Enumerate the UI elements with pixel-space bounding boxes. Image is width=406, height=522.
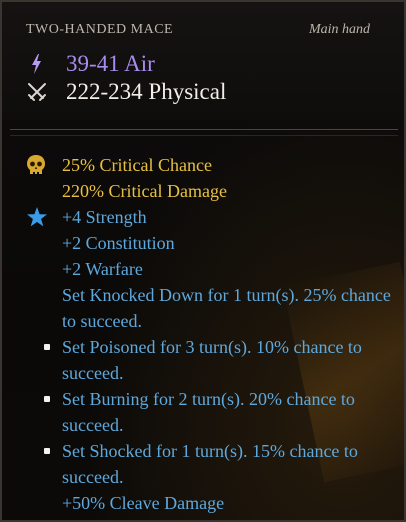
constitution-line: +2 Constitution [26, 230, 396, 256]
item-type-label: TWO-HANDED MACE [26, 22, 174, 37]
air-damage-row: 39-41 Air [26, 49, 155, 79]
slot-label: Main hand [308, 22, 370, 37]
shocked-text: Set Shocked for 1 turn(s). 15% chance to… [62, 441, 358, 487]
bullet-icon [44, 344, 50, 350]
physical-damage-row: 222-234 Physical [26, 77, 226, 107]
critical-damage-line: 220% Critical Damage [26, 178, 396, 204]
critical-damage-text: 220% Critical Damage [62, 181, 227, 201]
shocked-line: Set Shocked for 1 turn(s). 15% chance to… [26, 438, 396, 490]
air-damage-text: 39-41 Air [66, 51, 155, 76]
stats-section: 25% Critical Chance 220% Critical Damage… [26, 152, 396, 516]
critical-chance-line: 25% Critical Chance [26, 152, 396, 178]
cleave-line: +50% Cleave Damage [26, 490, 396, 516]
burning-line: Set Burning for 2 turn(s). 20% chance to… [26, 386, 396, 438]
star-icon [26, 206, 48, 228]
lightning-icon [26, 53, 48, 75]
warfare-line: +2 Warfare [26, 256, 396, 282]
strength-line: +4 Strength [26, 204, 396, 230]
burning-text: Set Burning for 2 turn(s). 20% chance to… [62, 389, 355, 435]
skull-icon [26, 154, 48, 176]
warfare-text: +2 Warfare [62, 259, 143, 279]
knockdown-line: Set Knocked Down for 1 turn(s). 25% chan… [26, 282, 396, 334]
knockdown-text: Set Knocked Down for 1 turn(s). 25% chan… [62, 285, 391, 331]
bullet-icon [44, 396, 50, 402]
crossed-swords-icon [26, 81, 48, 103]
header-divider [10, 129, 398, 130]
bullet-icon [44, 448, 50, 454]
header-divider-shadow [10, 135, 398, 136]
strength-text: +4 Strength [62, 207, 147, 227]
poisoned-text: Set Poisoned for 3 turn(s). 10% chance t… [62, 337, 362, 383]
poisoned-line: Set Poisoned for 3 turn(s). 10% chance t… [26, 334, 396, 386]
tooltip-header: TWO-HANDED MACE Main hand 39-41 Air 222-… [2, 2, 404, 120]
cleave-text: +50% Cleave Damage [62, 493, 225, 513]
physical-damage-text: 222-234 Physical [66, 79, 227, 104]
critical-chance-text: 25% Critical Chance [62, 155, 212, 175]
constitution-text: +2 Constitution [62, 233, 175, 253]
item-tooltip: TWO-HANDED MACE Main hand 39-41 Air 222-… [0, 0, 406, 522]
